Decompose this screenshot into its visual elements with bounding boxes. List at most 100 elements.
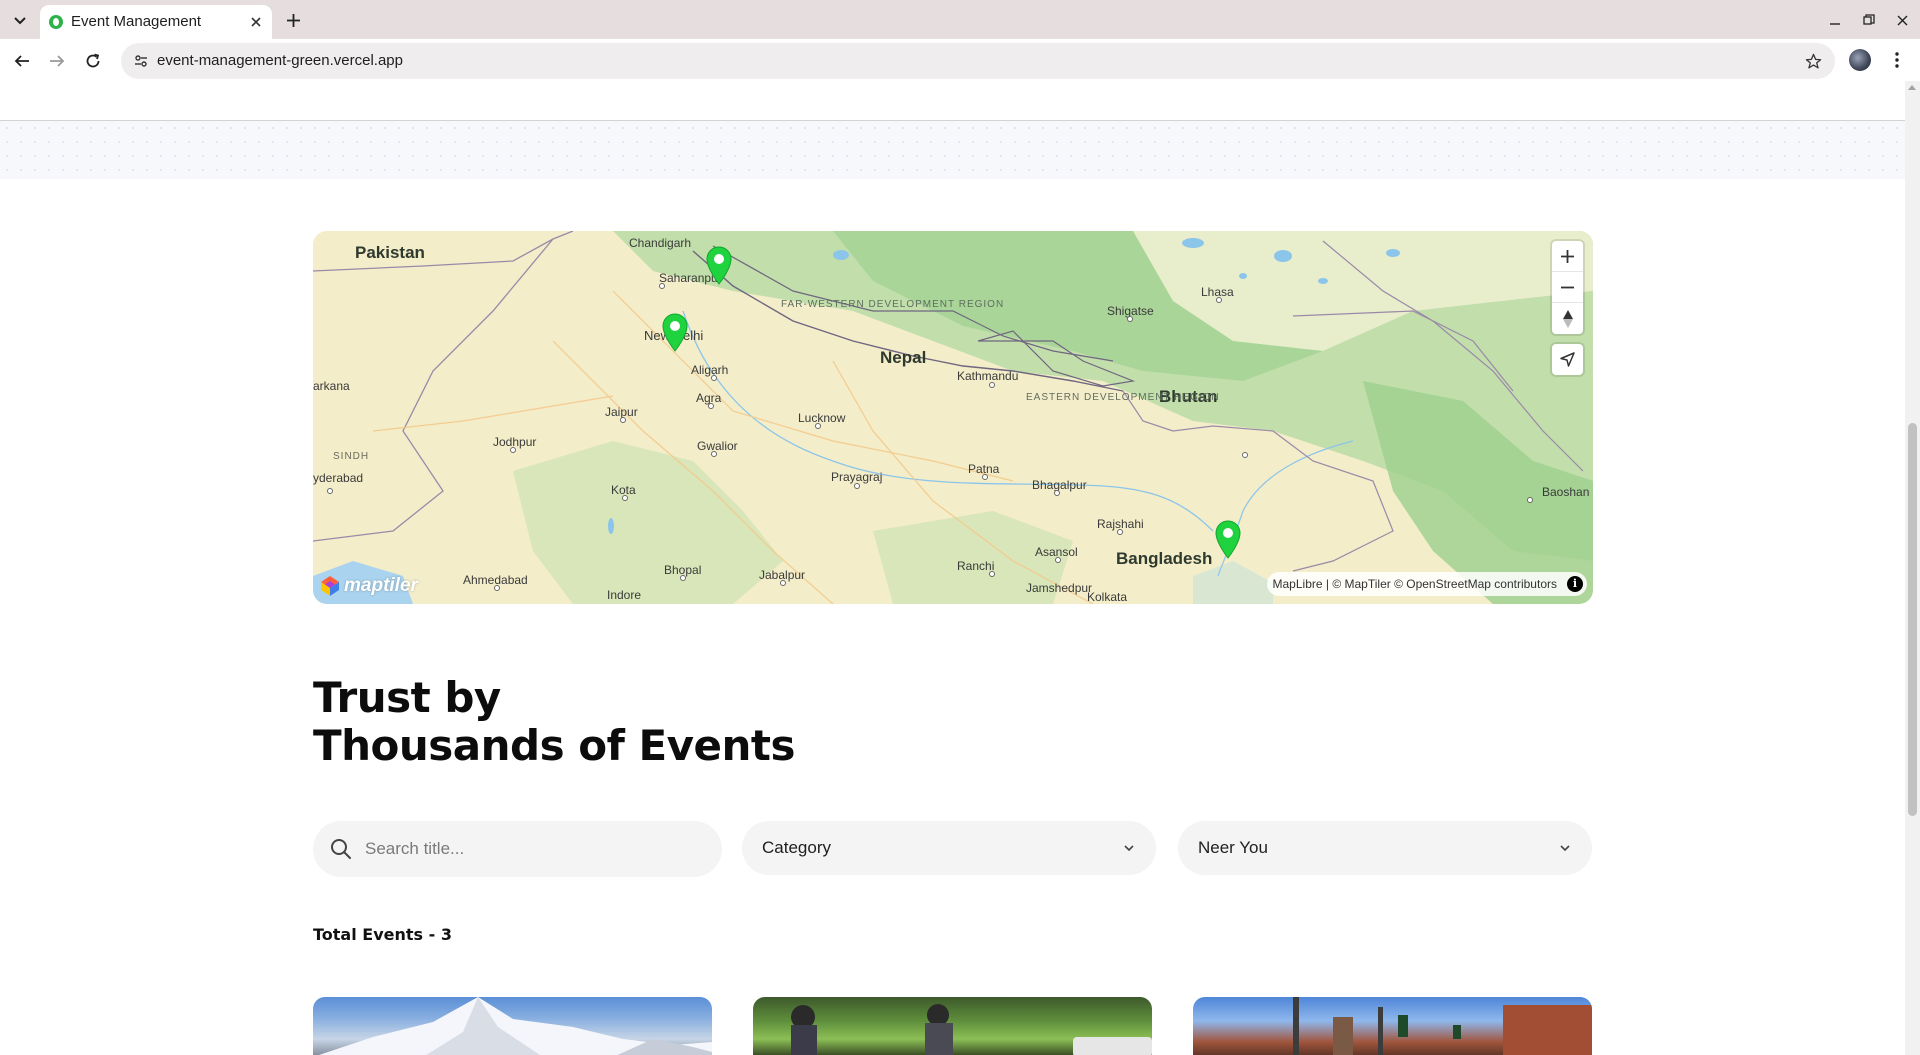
map-label-lucknow: Lucknow xyxy=(798,411,846,425)
browser-menu-button[interactable] xyxy=(1886,49,1908,71)
page-viewport: Pakistan Nepal Bhutan Bangladesh FAR-WES… xyxy=(0,81,1905,1055)
city-dot xyxy=(1242,452,1248,458)
event-card-image xyxy=(1293,997,1592,1055)
close-window-button[interactable] xyxy=(1891,9,1913,31)
attribution-text: MapLibre | © MapTiler © OpenStreetMap co… xyxy=(1272,577,1557,591)
tab-search-button[interactable] xyxy=(9,10,30,31)
search-input[interactable] xyxy=(363,821,703,877)
browser-toolbar: event-management-green.vercel.app xyxy=(0,39,1920,81)
map-label-gwalior: Gwalior xyxy=(697,439,738,453)
geolocate-button[interactable] xyxy=(1552,344,1583,375)
event-marker-pin-icon[interactable] xyxy=(1213,519,1243,559)
city-dot xyxy=(815,423,821,429)
map-label-chandigarh: Chandigarh xyxy=(629,236,692,250)
city-dot xyxy=(711,451,717,457)
city-dot xyxy=(708,403,714,409)
event-card[interactable] xyxy=(753,997,1152,1055)
browser-tab[interactable]: Event Management xyxy=(40,5,272,39)
category-select-label: Category xyxy=(762,838,831,857)
minimize-window-button[interactable] xyxy=(1824,9,1846,31)
map-label-eastern-region: EASTERN DEVELOPMENT REGION xyxy=(1026,392,1219,404)
city-dot xyxy=(711,375,717,381)
map-label-kolkata: Kolkata xyxy=(1087,590,1128,604)
event-card-image xyxy=(319,997,712,1055)
scroll-up-arrow-icon[interactable] xyxy=(1908,85,1916,90)
section-title-line-1: Trust by xyxy=(313,673,501,722)
tab-close-button[interactable] xyxy=(247,13,264,30)
dotted-background-band xyxy=(0,121,1905,179)
section-title: Trust by Thousands of Events xyxy=(313,673,796,770)
profile-avatar[interactable] xyxy=(1849,49,1871,71)
map-label-sindh: SINDH xyxy=(333,451,370,462)
map-label-indore: Indore xyxy=(607,588,642,602)
reload-button[interactable] xyxy=(81,49,105,73)
city-dot xyxy=(1527,497,1533,503)
restore-window-button[interactable] xyxy=(1858,9,1880,31)
city-dot xyxy=(622,495,628,501)
map-label-baoshan: Baoshan xyxy=(1542,485,1590,499)
compass-icon xyxy=(1562,309,1573,328)
city-dot xyxy=(982,474,988,480)
map-geolocate-control xyxy=(1552,344,1583,375)
maptiler-logo-icon xyxy=(321,576,339,596)
page-header xyxy=(0,81,1905,121)
city-dot xyxy=(680,575,686,581)
browser-tab-strip: Event Management xyxy=(0,0,1920,39)
forward-button[interactable] xyxy=(45,49,69,73)
events-map[interactable]: Pakistan Nepal Bhutan Bangladesh FAR-WES… xyxy=(313,231,1593,604)
event-card[interactable] xyxy=(313,997,712,1055)
city-dot xyxy=(1216,297,1222,303)
location-arrow-icon xyxy=(1560,352,1575,367)
city-dot xyxy=(620,417,626,423)
plus-icon xyxy=(1561,249,1574,263)
restore-icon xyxy=(1863,14,1875,25)
event-marker-pin-icon[interactable] xyxy=(704,245,734,285)
city-dot xyxy=(494,585,500,591)
site-info-icon[interactable] xyxy=(132,52,150,70)
event-card-image xyxy=(791,1004,1152,1055)
arrow-right-icon xyxy=(50,55,65,67)
location-select[interactable]: Neer You xyxy=(1178,821,1592,875)
scrollbar-thumb[interactable] xyxy=(1908,423,1917,816)
info-icon[interactable]: i xyxy=(1567,576,1583,592)
back-button[interactable] xyxy=(10,49,34,73)
site-favicon-icon xyxy=(49,15,63,29)
city-dot xyxy=(780,580,786,586)
map-label-aligarh: Aligarh xyxy=(691,363,729,377)
reset-north-button[interactable] xyxy=(1552,303,1583,334)
map-label-far-western-region: FAR-WESTERN DEVELOPMENT REGION xyxy=(781,299,1003,311)
map-label-jamshedpur: Jamshedpur xyxy=(1026,581,1093,595)
search-box xyxy=(313,821,722,877)
address-bar[interactable]: event-management-green.vercel.app xyxy=(121,43,1835,79)
city-dot xyxy=(854,483,860,489)
map-attribution: MapLibre | © MapTiler © OpenStreetMap co… xyxy=(1266,572,1587,596)
new-tab-button[interactable] xyxy=(282,9,304,31)
reload-icon xyxy=(86,53,100,68)
zoom-out-button[interactable] xyxy=(1552,272,1583,303)
map-controls xyxy=(1552,241,1583,375)
bookmark-star-icon[interactable] xyxy=(1803,51,1823,71)
category-select[interactable]: Category xyxy=(742,821,1156,875)
plus-icon xyxy=(286,13,300,27)
total-events-count: Total Events - 3 xyxy=(313,925,452,944)
map-label-ranchi: Ranchi xyxy=(957,559,995,573)
close-icon xyxy=(1897,15,1907,25)
city-dot xyxy=(510,447,516,453)
city-dot xyxy=(1117,529,1123,535)
maptiler-logo[interactable]: maptiler xyxy=(319,574,418,598)
url-text: event-management-green.vercel.app xyxy=(157,52,403,69)
chevron-down-icon xyxy=(1124,845,1134,852)
map-label-pakistan: Pakistan xyxy=(355,243,425,262)
search-icon xyxy=(331,839,351,859)
zoom-in-button[interactable] xyxy=(1552,241,1583,272)
event-card[interactable] xyxy=(1193,997,1592,1055)
location-select-label: Neer You xyxy=(1198,838,1268,857)
event-marker-pin-icon[interactable] xyxy=(660,312,690,352)
city-dot xyxy=(989,571,995,577)
map-label-bangladesh: Bangladesh xyxy=(1116,549,1213,568)
more-vert-icon xyxy=(1895,52,1899,68)
chevron-down-icon xyxy=(1560,845,1570,852)
minus-icon xyxy=(1561,286,1574,288)
map-label-nepal: Nepal xyxy=(880,348,927,367)
page-scrollbar[interactable] xyxy=(1905,81,1920,1055)
